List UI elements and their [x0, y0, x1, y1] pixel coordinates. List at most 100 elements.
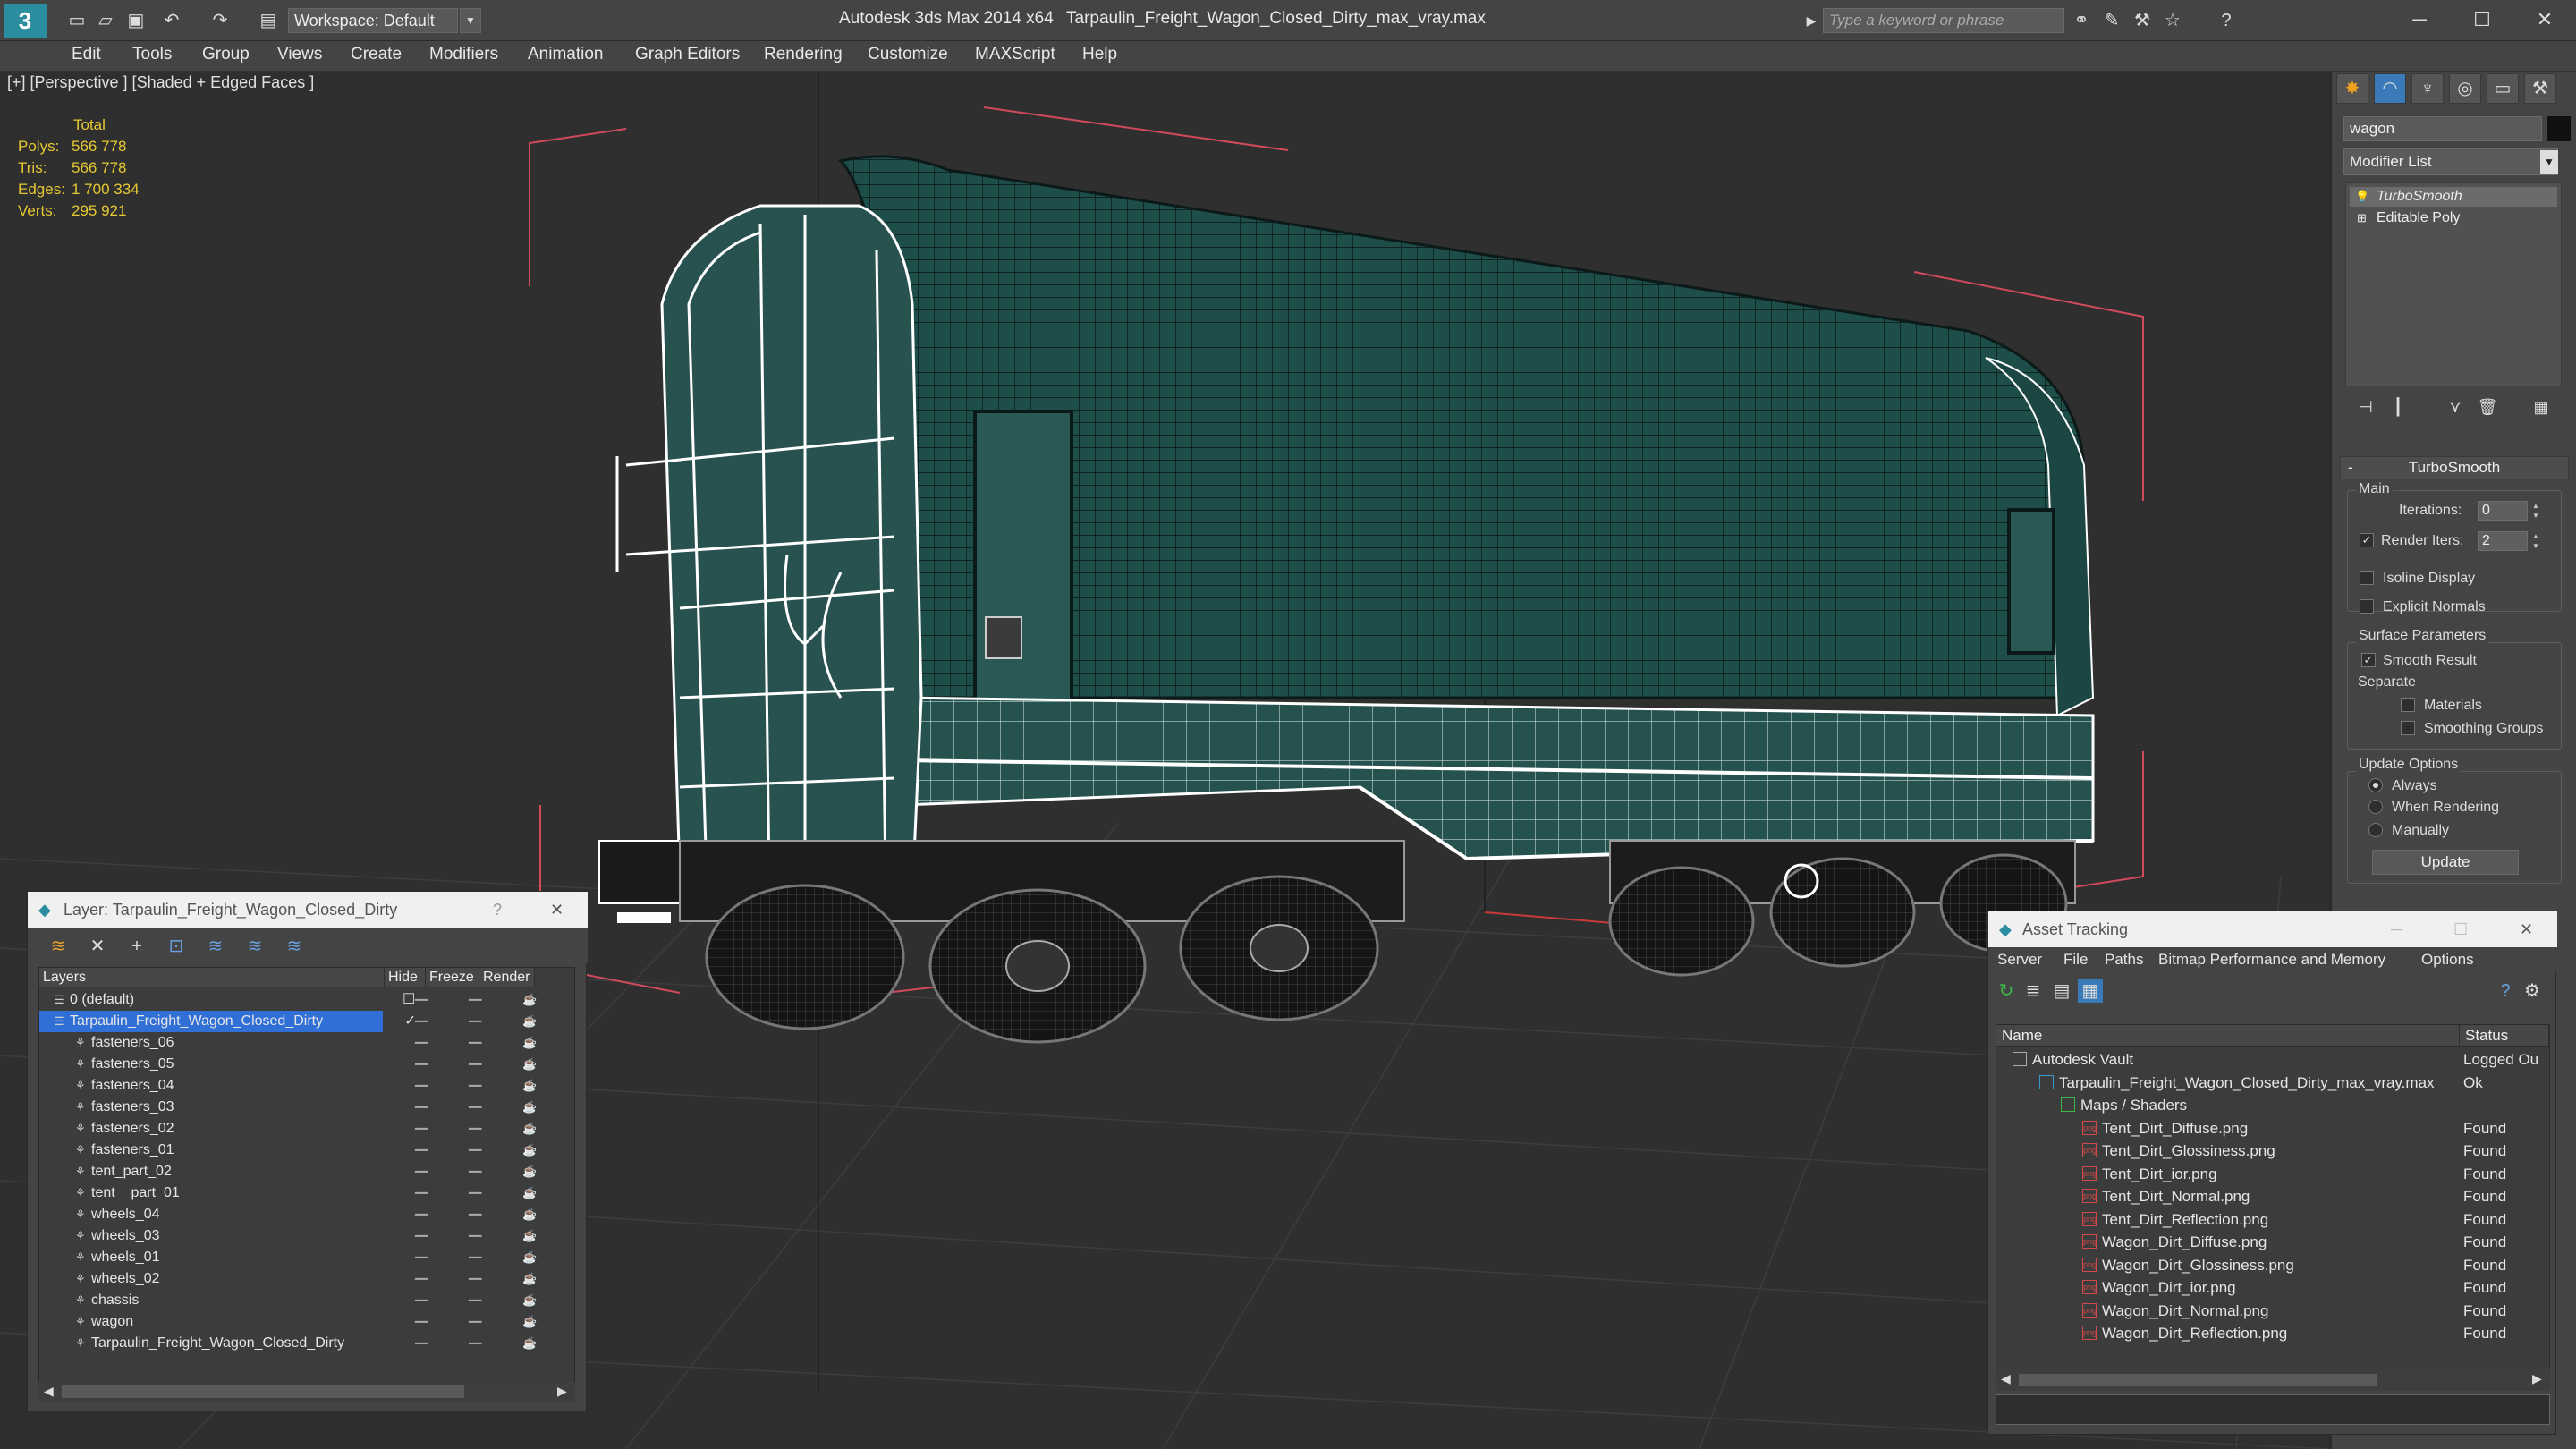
render-teapot-icon[interactable]: ☕ — [522, 1118, 537, 1140]
render-teapot-icon[interactable]: ☕ — [522, 1054, 537, 1075]
freeze-toggle[interactable]: ━━ — [469, 1311, 481, 1333]
help-icon[interactable]: ? — [2493, 979, 2518, 1003]
asset-row[interactable]: png Tent_Dirt_Diffuse.png Found — [1996, 1117, 2549, 1140]
object-name-field[interactable]: wagon — [2343, 116, 2542, 141]
menu-tools[interactable]: Tools — [132, 45, 172, 64]
configure-sets-icon[interactable]: ▦ — [2528, 395, 2555, 419]
new-file-icon[interactable]: ▭ — [64, 9, 89, 32]
freeze-toggle[interactable]: ━━ — [469, 1075, 481, 1097]
make-unique-icon[interactable]: ⋎ — [2442, 395, 2469, 419]
render-iters-spinner[interactable]: 2 — [2478, 531, 2528, 551]
hide-toggle[interactable]: ━━ — [415, 1333, 428, 1354]
asset-menu-options[interactable]: Options — [2421, 951, 2474, 969]
viewport-label[interactable]: [+] [Perspective ] [Shaded + Edged Faces… — [7, 73, 314, 92]
help-icon[interactable]: ? — [493, 892, 502, 928]
freeze-column-header[interactable]: Freeze — [426, 968, 479, 987]
layer-row[interactable]: ☰ 0 (default) ☐ ━━ ━━ ☕ — [39, 989, 574, 1011]
isoline-display-checkbox[interactable] — [2360, 571, 2374, 585]
layer-row[interactable]: ⚘ tent_part_02 ━━ ━━ ☕ — [39, 1161, 574, 1182]
turbosmooth-rollout-header[interactable]: - TurboSmooth — [2340, 456, 2569, 479]
render-teapot-icon[interactable]: ☕ — [522, 1097, 537, 1118]
layer-window-titlebar[interactable]: ◆ Layer: Tarpaulin_Freight_Wagon_Closed_… — [28, 892, 588, 928]
render-teapot-icon[interactable]: ☕ — [522, 1161, 537, 1182]
hide-toggle[interactable]: ━━ — [415, 1161, 428, 1182]
maximize-icon[interactable]: ☐ — [2453, 911, 2468, 947]
asset-status-field[interactable] — [1996, 1394, 2550, 1425]
asset-row[interactable]: png Wagon_Dirt_Glossiness.png Found — [1996, 1254, 2549, 1276]
asset-row[interactable]: png Wagon_Dirt_ior.png Found — [1996, 1276, 2549, 1299]
always-radio[interactable] — [2368, 778, 2383, 792]
render-teapot-icon[interactable]: ☕ — [522, 1204, 537, 1225]
menu-maxscript[interactable]: MAXScript — [975, 45, 1055, 64]
scroll-left-icon[interactable]: ◀ — [2001, 1371, 2011, 1386]
render-teapot-icon[interactable]: ☕ — [522, 1333, 537, 1354]
project-folder-icon[interactable]: ▤ — [256, 9, 281, 32]
freeze-toggle[interactable]: ━━ — [469, 1054, 481, 1075]
maximize-icon[interactable]: ☐ — [2451, 4, 2513, 36]
layer-row[interactable]: ⚘ fasteners_04 ━━ ━━ ☕ — [39, 1075, 574, 1097]
render-teapot-icon[interactable]: ☕ — [522, 989, 537, 1011]
expand-arrow-icon[interactable]: ▶ — [1798, 9, 1825, 32]
asset-row[interactable]: png Wagon_Dirt_Normal.png Found — [1996, 1300, 2549, 1322]
freeze-toggle[interactable]: ━━ — [469, 1140, 481, 1161]
layer-row[interactable]: ⚘ fasteners_02 ━━ ━━ ☕ — [39, 1118, 574, 1140]
render-teapot-icon[interactable]: ☕ — [522, 1225, 537, 1247]
render-teapot-icon[interactable]: ☕ — [522, 1290, 537, 1311]
menu-views[interactable]: Views — [277, 45, 322, 64]
freeze-toggle[interactable]: ━━ — [469, 1268, 481, 1290]
table-view-icon[interactable]: ▦ — [2078, 979, 2103, 1003]
motion-tab-icon[interactable]: ◎ — [2449, 73, 2481, 104]
render-teapot-icon[interactable]: ☕ — [522, 1247, 537, 1268]
asset-menu-paths[interactable]: Paths — [2105, 951, 2143, 969]
when-rendering-radio[interactable] — [2368, 800, 2383, 814]
layer-row[interactable]: ⚘ fasteners_03 ━━ ━━ ☕ — [39, 1097, 574, 1118]
menu-edit[interactable]: Edit — [72, 45, 101, 64]
menu-rendering[interactable]: Rendering — [764, 45, 843, 64]
app-logo-icon[interactable]: 3 — [4, 4, 47, 38]
layer-row[interactable]: ☰ Tarpaulin_Freight_Wagon_Closed_Dirty ✓ ━━… — [39, 1011, 537, 1032]
explicit-normals-checkbox[interactable] — [2360, 599, 2374, 614]
menu-create[interactable]: Create — [351, 45, 402, 64]
hide-toggle[interactable]: ━━ — [415, 1225, 428, 1247]
freeze-toggle[interactable]: ━━ — [469, 1247, 481, 1268]
hide-toggle[interactable]: ━━ — [415, 1032, 428, 1054]
menu-modifiers[interactable]: Modifiers — [429, 45, 498, 64]
menu-group[interactable]: Group — [202, 45, 250, 64]
asset-row[interactable]: Autodesk Vault Logged Ou — [1996, 1048, 2549, 1071]
delete-layer-icon[interactable]: ✕ — [85, 935, 110, 958]
lightbulb-icon[interactable]: 💡 — [2355, 187, 2369, 207]
hide-toggle[interactable]: ━━ — [415, 1011, 428, 1032]
layer-row[interactable]: ⚘ wheels_04 ━━ ━━ ☕ — [39, 1204, 574, 1225]
status-column-header[interactable]: Status — [2460, 1025, 2549, 1046]
smoothing-groups-checkbox[interactable] — [2401, 721, 2415, 735]
asset-row[interactable]: png Wagon_Dirt_Diffuse.png Found — [1996, 1231, 2549, 1253]
binoculars-icon[interactable]: ⚭ — [2068, 9, 2095, 32]
freeze-all-icon[interactable]: ≋ — [282, 935, 307, 958]
asset-menu-bitmap-performance[interactable]: Bitmap Performance and Memory — [2158, 951, 2385, 969]
display-tab-icon[interactable]: ▭ — [2487, 73, 2519, 104]
horizontal-scrollbar[interactable]: ◀ ▶ — [1996, 1369, 2550, 1391]
freeze-toggle[interactable]: ━━ — [469, 1011, 481, 1032]
remove-modifier-icon[interactable]: 🗑 — [2474, 395, 2501, 419]
spinner-arrows-icon[interactable]: ▲ ▼ — [2529, 501, 2542, 521]
stack-item-turbosmooth[interactable]: 💡 TurboSmooth — [2350, 187, 2557, 207]
show-end-result-icon[interactable]: ┃ — [2385, 395, 2411, 419]
render-iters-checkbox[interactable]: ✓ — [2360, 533, 2374, 547]
highlight-layer-icon[interactable]: ≋ — [203, 935, 228, 958]
menu-animation[interactable]: Animation — [528, 45, 604, 64]
redo-icon[interactable]: ↷ — [208, 9, 233, 32]
menu-graph-editors[interactable]: Graph Editors — [635, 45, 740, 64]
asset-row[interactable]: png Tent_Dirt_Reflection.png Found — [1996, 1208, 2549, 1231]
hide-all-icon[interactable]: ≋ — [242, 935, 267, 958]
modifier-list-dropdown[interactable]: Modifier List — [2343, 148, 2558, 175]
workspace-dropdown[interactable]: Workspace: Default — [288, 8, 458, 33]
layer-row[interactable]: ⚘ wheels_01 ━━ ━━ ☕ — [39, 1247, 574, 1268]
scroll-right-icon[interactable]: ▶ — [557, 1384, 567, 1399]
chevron-down-icon[interactable]: ▼ — [460, 8, 481, 33]
layer-row[interactable]: ⚘ wagon ━━ ━━ ☕ — [39, 1311, 574, 1333]
settings-icon[interactable]: ⚙ — [2520, 979, 2545, 1003]
layer-row[interactable]: ⚘ fasteners_01 ━━ ━━ ☕ — [39, 1140, 574, 1161]
communication-center-icon[interactable]: ✎ — [2098, 9, 2125, 32]
materials-checkbox[interactable] — [2401, 698, 2415, 712]
update-button[interactable]: Update — [2372, 850, 2519, 875]
